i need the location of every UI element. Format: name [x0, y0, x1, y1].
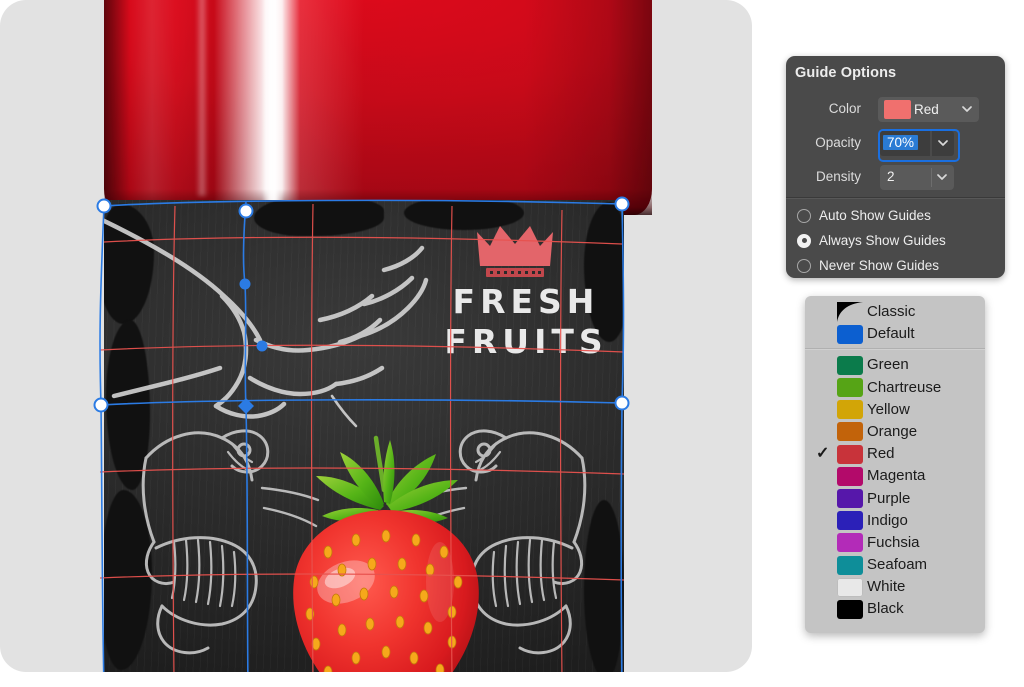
menu-item-default[interactable]: Default: [805, 323, 985, 345]
color-swatch-purple: [837, 489, 863, 508]
crown-icon: [476, 222, 554, 280]
density-value-text: 2: [887, 169, 895, 184]
color-combobox[interactable]: Red: [878, 97, 979, 122]
color-label: Color: [771, 101, 861, 116]
color-swatch-indigo: [837, 511, 863, 530]
menu-item-classic[interactable]: Classic: [805, 301, 985, 323]
menu-item-label: Magenta: [867, 466, 925, 486]
color-swatch-seafoam: [837, 556, 863, 575]
brand-line-2: FRUITS: [436, 322, 616, 362]
cap-highlight-primary: [262, 0, 284, 212]
color-swatch-preview: [884, 100, 911, 119]
color-swatch-default: [837, 325, 863, 344]
menu-item-label: Fuchsia: [867, 533, 920, 553]
guide-options-panel: Guide Options Color Red Opacity 70%: [786, 56, 1005, 278]
color-swatch-fuchsia: [837, 533, 863, 552]
density-combobox[interactable]: 2: [880, 165, 954, 190]
menu-item-label: Orange: [867, 422, 917, 442]
menu-item-black[interactable]: Black: [805, 598, 985, 620]
opacity-label: Opacity: [771, 135, 861, 150]
menu-item-green[interactable]: Green: [805, 354, 985, 376]
image-canvas[interactable]: FRESH FRUITS: [0, 0, 752, 672]
color-row: Color Red: [786, 97, 1005, 125]
menu-item-red[interactable]: ✓ Red: [805, 443, 985, 465]
cap-highlight-secondary: [196, 0, 208, 196]
brand-line-1: FRESH: [436, 282, 616, 322]
menu-item-yellow[interactable]: Yellow: [805, 399, 985, 421]
menu-top-section: ClassicDefault: [805, 296, 985, 345]
menu-color-list: Green ChartreuseYellowOrange ✓ RedMagenta Pu…: [805, 354, 985, 620]
menu-item-label: Chartreuse: [867, 378, 941, 398]
color-value-text: Red: [914, 102, 939, 117]
chevron-down-icon[interactable]: [938, 138, 948, 148]
menu-item-indigo[interactable]: Indigo: [805, 510, 985, 532]
color-swatch-black: [837, 600, 863, 619]
color-dropdown-menu[interactable]: ClassicDefault Green ChartreuseYellowOran…: [805, 296, 985, 633]
radio-auto-show-guides[interactable]: Auto Show Guides: [786, 203, 1005, 228]
radio-button[interactable]: [797, 209, 811, 223]
menu-item-label: Purple: [867, 489, 910, 509]
opacity-stepper-button[interactable]: [932, 131, 954, 156]
color-combo-value: Red: [878, 97, 939, 122]
menu-divider: [805, 348, 985, 350]
density-label: Density: [771, 169, 861, 184]
menu-item-chartreuse[interactable]: Chartreuse: [805, 377, 985, 399]
panel-title: Guide Options: [795, 65, 896, 81]
color-swatch-white: [837, 578, 863, 597]
opacity-input[interactable]: 70%: [880, 131, 930, 156]
menu-item-seafoam[interactable]: Seafoam: [805, 554, 985, 576]
menu-item-label: Red: [867, 444, 895, 464]
radio-always-show-guides[interactable]: Always Show Guides: [786, 228, 1005, 253]
strawberry-illustration: [280, 432, 492, 672]
menu-item-label: Green: [867, 355, 909, 375]
chevron-down-icon[interactable]: [962, 104, 972, 114]
opacity-row: Opacity 70%: [786, 131, 1005, 159]
menu-item-label: Classic: [867, 302, 915, 322]
menu-item-label: Indigo: [867, 511, 908, 531]
color-swatch-yellow: [837, 400, 863, 419]
app-root: FRESH FRUITS: [0, 0, 1024, 687]
classic-triangle-icon: [837, 302, 863, 322]
bottle-label: FRESH FRUITS: [104, 200, 624, 672]
chevron-down-icon[interactable]: [937, 172, 947, 182]
bottle-cap-photo: [104, 0, 652, 215]
menu-item-magenta[interactable]: Magenta: [805, 465, 985, 487]
radio-label: Never Show Guides: [819, 258, 939, 273]
menu-item-label: Yellow: [867, 400, 910, 420]
color-swatch-orange: [837, 422, 863, 441]
panel-divider: [786, 197, 1005, 199]
menu-item-label: White: [867, 577, 905, 597]
color-swatch-magenta: [837, 467, 863, 486]
canvas-inner: FRESH FRUITS: [0, 0, 752, 672]
menu-item-fuchsia[interactable]: Fuchsia: [805, 532, 985, 554]
radio-label: Always Show Guides: [819, 233, 946, 248]
color-swatch-red: [837, 445, 863, 464]
menu-item-label: Default: [867, 324, 915, 344]
radio-button-selected[interactable]: [797, 234, 811, 248]
radio-button[interactable]: [797, 259, 811, 273]
color-swatch-green: [837, 356, 863, 375]
menu-item-label: Black: [867, 599, 904, 619]
menu-item-white[interactable]: White: [805, 576, 985, 598]
checkmark-icon: ✓: [816, 445, 830, 463]
color-swatch-chartreuse: [837, 378, 863, 397]
menu-item-label: Seafoam: [867, 555, 927, 575]
label-brand-text: FRESH FRUITS: [436, 282, 616, 362]
radio-never-show-guides[interactable]: Never Show Guides: [786, 253, 1005, 278]
menu-item-orange[interactable]: Orange: [805, 421, 985, 443]
density-row: Density 2: [786, 165, 1005, 193]
radio-label: Auto Show Guides: [819, 208, 931, 223]
density-divider: [931, 168, 932, 187]
menu-item-purple[interactable]: Purple: [805, 488, 985, 510]
opacity-input-value: 70%: [883, 135, 918, 150]
